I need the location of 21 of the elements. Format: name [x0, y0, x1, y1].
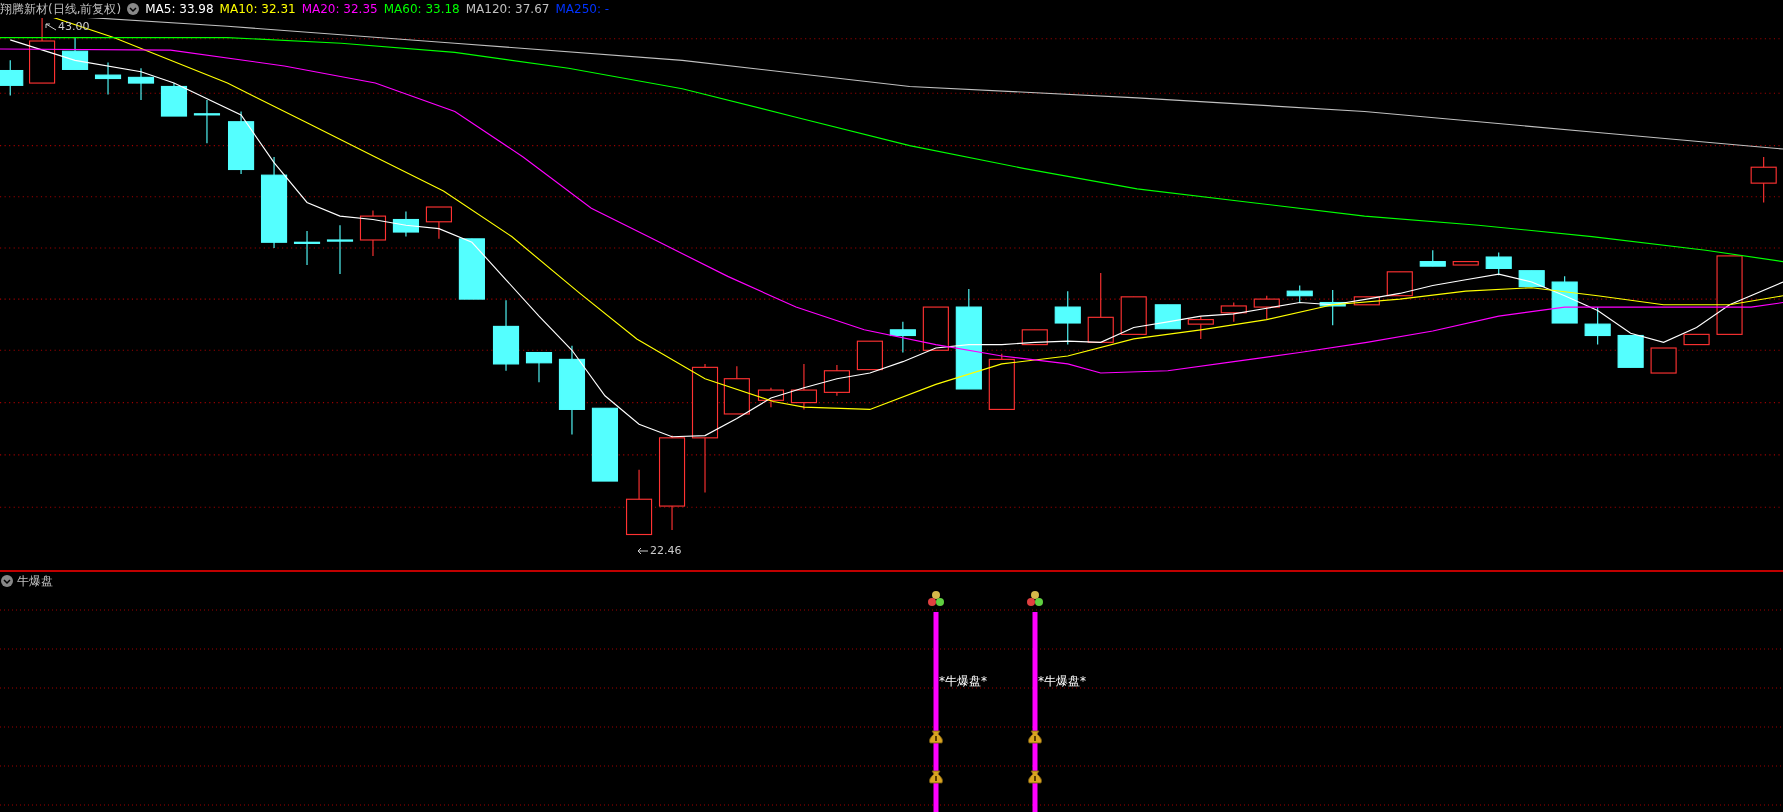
chart-title: 翔腾新材(日线,前复权)	[0, 1, 122, 18]
moving-average-value: MA10: 32.31	[219, 1, 296, 18]
moving-average-value: MA60: 33.18	[383, 1, 460, 18]
money-bag-icon	[929, 770, 943, 784]
signal-label: *牛爆盘*	[939, 673, 987, 690]
money-bag-icon	[929, 730, 943, 744]
collapse-icon[interactable]	[1, 575, 13, 587]
colored-balls-icon	[1027, 591, 1043, 606]
collapse-icon[interactable]	[127, 3, 140, 15]
money-bag-icon	[1028, 770, 1042, 784]
low-price-label: 22.46	[650, 543, 682, 559]
arrow-icon	[45, 23, 57, 32]
indicator-panel-title: 牛爆盘	[17, 573, 53, 590]
money-bag-icon	[1028, 730, 1042, 744]
colored-balls-icon	[928, 591, 944, 606]
moving-average-value: MA5: 33.98	[145, 1, 214, 18]
signal-label: *牛爆盘*	[1038, 673, 1086, 690]
moving-average-value: MA20: 32.35	[301, 1, 378, 18]
arrow-icon	[637, 547, 649, 556]
moving-average-value: MA250: -	[555, 1, 610, 18]
moving-average-value: MA120: 37.67	[465, 1, 550, 18]
